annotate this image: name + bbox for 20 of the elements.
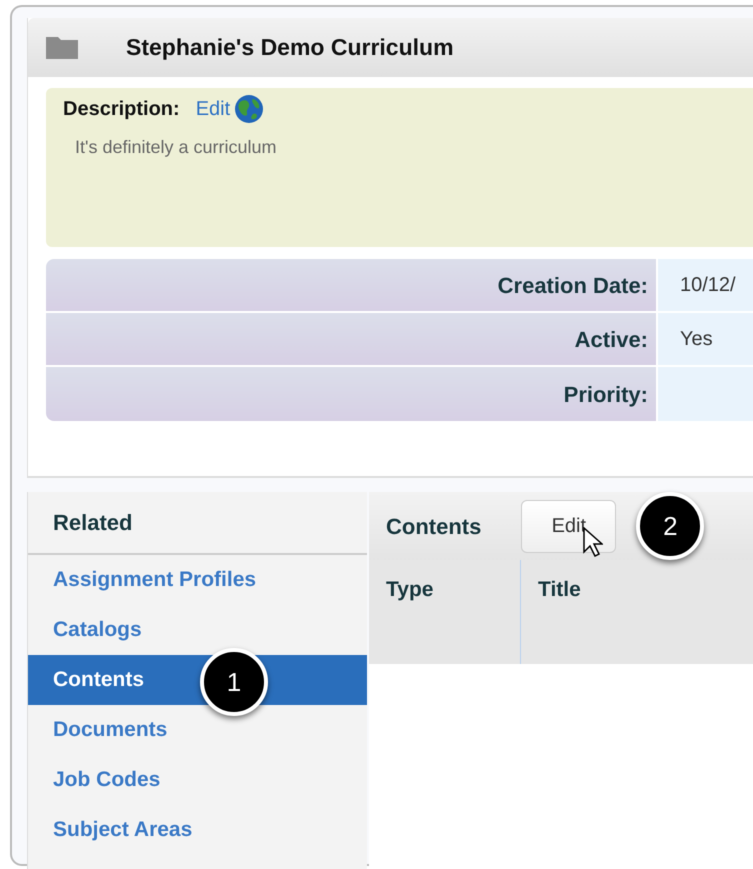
edit-link[interactable]: Edit xyxy=(196,94,230,124)
property-value: 10/12/ xyxy=(656,259,753,311)
sidebar-item[interactable]: Assignment Profiles xyxy=(28,555,367,605)
sidebar-item[interactable]: Subject Areas xyxy=(28,805,367,855)
sidebar-item[interactable]: Job Codes xyxy=(28,755,367,805)
step-tooltip: 2 xyxy=(636,492,704,560)
step-tooltip: 1 xyxy=(200,648,268,716)
description-label: Description: xyxy=(63,97,180,122)
property-label: Priority: xyxy=(564,380,648,409)
globe-icon xyxy=(234,94,264,124)
description-text: It's definitely a curriculum xyxy=(75,136,278,159)
sidebar-title: Related xyxy=(53,509,132,537)
folder-icon xyxy=(46,36,78,58)
property-value: Yes xyxy=(656,313,753,365)
property-label: Creation Date: xyxy=(498,272,648,300)
column-header: Type xyxy=(369,560,521,664)
window-title: Stephanie's Demo Curriculum xyxy=(126,33,454,62)
contents-title: Contents xyxy=(386,512,482,540)
property-label: Active: xyxy=(574,326,648,354)
column-header: Title xyxy=(537,577,581,603)
